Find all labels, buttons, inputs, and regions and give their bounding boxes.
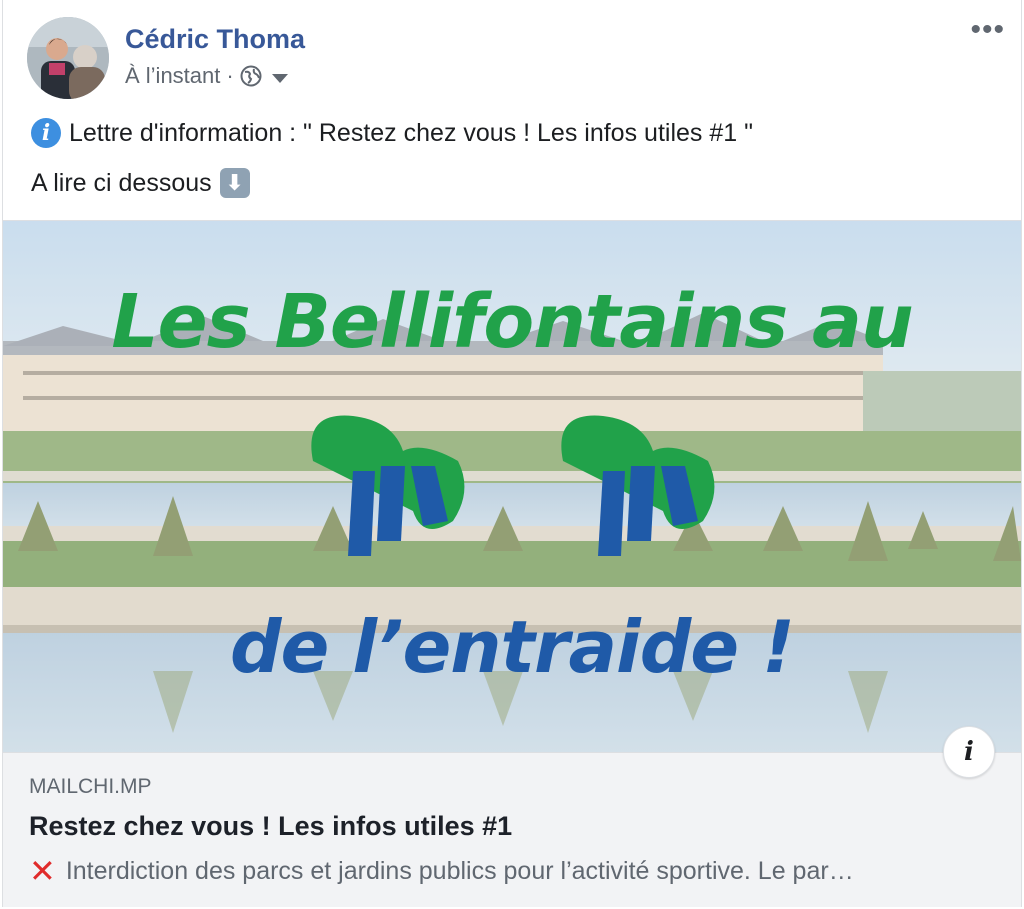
information-emoji-icon: i <box>31 118 61 148</box>
image-headline-bottom: de l’entraide ! <box>229 605 795 689</box>
red-cross-emoji-icon: ✕ <box>29 855 56 887</box>
author-name[interactable]: Cédric Thoma <box>125 24 305 55</box>
link-preview-image[interactable]: Les Bellifontains au de l’entraide ! <box>3 220 1021 753</box>
post-text-line1: i Lettre d'information : " Restez chez v… <box>31 118 753 148</box>
audience-dropdown-icon[interactable] <box>271 73 288 83</box>
info-icon[interactable]: i <box>943 726 995 778</box>
timestamp[interactable]: À l’instant <box>125 63 220 89</box>
more-options-icon[interactable]: ••• <box>970 15 1005 45</box>
post-text-line2: A lire ci dessous ⬇ <box>31 168 250 198</box>
link-description-text: Interdiction des parcs et jardins public… <box>65 856 854 885</box>
author-avatar[interactable] <box>27 17 109 99</box>
link-description: ✕ Interdiction des parcs et jardins publ… <box>29 855 989 887</box>
down-arrow-emoji-icon: ⬇ <box>219 168 250 198</box>
image-headline-top: Les Bellifontains au <box>111 279 913 365</box>
post-line1-text: Lettre d'information : " Restez chez vou… <box>69 118 753 147</box>
facebook-post: Cédric Thoma À l’instant · ••• i Lettre … <box>2 0 1022 907</box>
link-domain: MAILCHI.MP <box>29 775 152 798</box>
meta-separator: · <box>226 63 234 88</box>
link-title[interactable]: Restez chez vous ! Les infos utiles #1 <box>29 811 512 842</box>
globe-icon[interactable] <box>240 65 262 87</box>
link-preview[interactable]: MAILCHI.MP Restez chez vous ! Les infos … <box>3 752 1021 907</box>
post-meta: À l’instant · <box>125 63 288 89</box>
post-line2-text: A lire ci dessous <box>31 168 212 197</box>
